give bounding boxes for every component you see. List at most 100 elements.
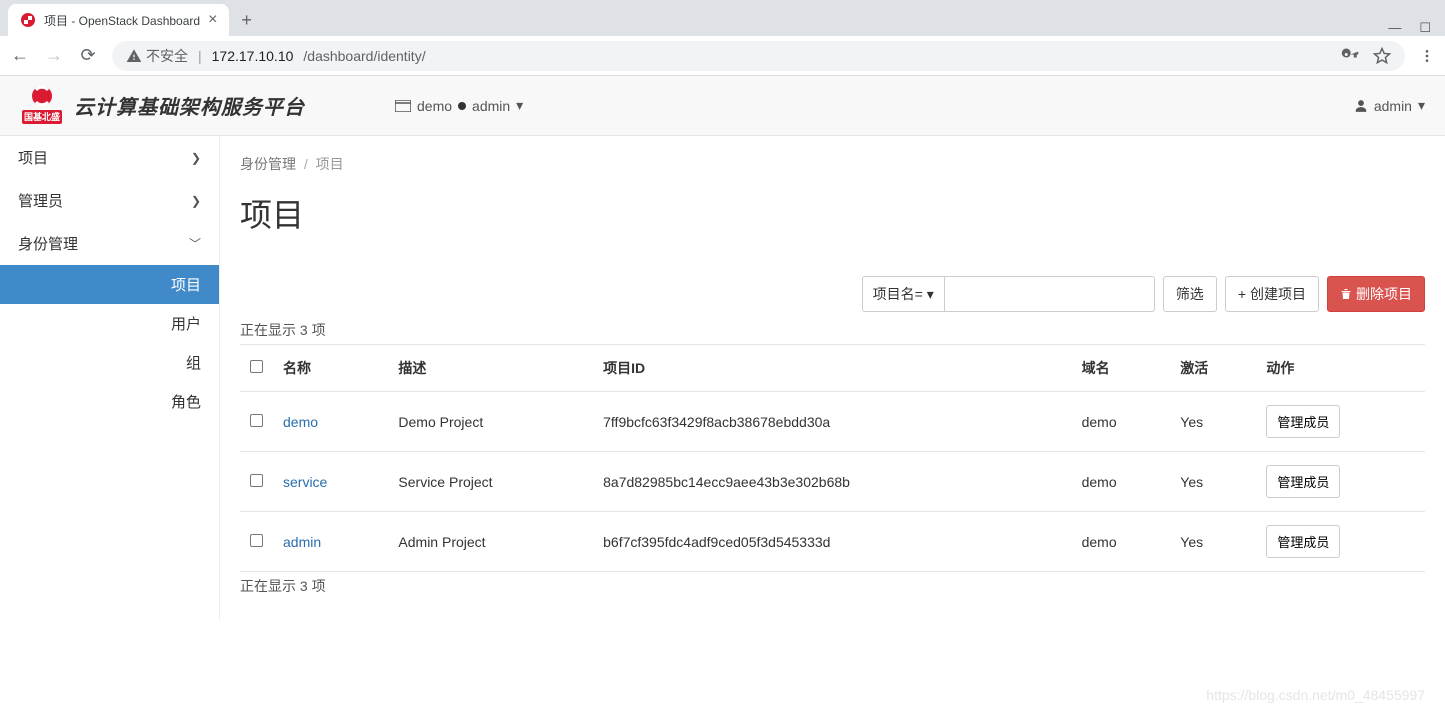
project-domain: demo (1072, 392, 1171, 452)
table-actions: 项目名= ▾ 筛选 + 创建项目 删除项目 (240, 276, 1425, 312)
filter-button[interactable]: 筛选 (1163, 276, 1217, 312)
tab-close-icon[interactable]: × (208, 11, 217, 29)
url-bar[interactable]: 不安全 | 172.17.10.10/dashboard/identity/ (112, 41, 1405, 71)
col-actions: 动作 (1256, 345, 1425, 392)
sidebar-sub-label: 项目 (171, 277, 201, 294)
sidebar: 项目 ❯ 管理员 ❯ 身份管理 ﹀ 项目 用户 组 角色 (0, 136, 220, 620)
context-user: admin (472, 98, 510, 114)
main-content: 身份管理 / 项目 项目 项目名= ▾ 筛选 + 创建项目 删除项目 (220, 136, 1445, 620)
app-header: 国基北盛 云计算基础架构服务平台 demo admin ▾ admin ▾ (0, 76, 1445, 136)
project-name-link[interactable]: admin (283, 534, 321, 550)
watermark: https://blog.csdn.net/m0_48455997 (1206, 687, 1425, 703)
browser-menu-icon[interactable] (1419, 48, 1435, 64)
sidebar-sub-roles[interactable]: 角色 (0, 382, 219, 421)
browser-tab[interactable]: 项目 - OpenStack Dashboard × (8, 4, 229, 36)
filter-field-select[interactable]: 项目名= ▾ (862, 276, 945, 312)
breadcrumb-part[interactable]: 身份管理 (240, 156, 296, 172)
manage-members-button[interactable]: 管理成员 (1266, 525, 1340, 558)
project-name-link[interactable]: demo (283, 414, 318, 430)
sidebar-sub-groups[interactable]: 组 (0, 343, 219, 382)
url-host: 172.17.10.10 (212, 48, 294, 64)
col-domain[interactable]: 域名 (1072, 345, 1171, 392)
table-header-row: 名称 描述 项目ID 域名 激活 动作 (240, 345, 1425, 392)
breadcrumb: 身份管理 / 项目 (240, 136, 1425, 184)
filter-select-label: 项目名= (873, 284, 923, 304)
browser-back-icon[interactable]: ← (10, 45, 30, 66)
col-id[interactable]: 项目ID (593, 345, 1071, 392)
warning-icon (126, 48, 142, 64)
insecure-label: 不安全 (146, 46, 188, 66)
sidebar-item-identity[interactable]: 身份管理 ﹀ (0, 222, 219, 265)
plus-icon: + (1238, 286, 1246, 302)
page-title: 项目 (240, 190, 1425, 236)
brand-logo-icon: 国基北盛 (20, 84, 64, 128)
key-icon[interactable] (1341, 47, 1359, 65)
project-desc: Admin Project (388, 512, 593, 572)
project-desc: Service Project (388, 452, 593, 512)
context-project: demo (417, 98, 452, 114)
sidebar-sub-projects[interactable]: 项目 (0, 265, 219, 304)
caret-down-icon: ▾ (927, 286, 934, 303)
user-icon (1354, 99, 1368, 113)
browser-reload-icon[interactable]: ⟳ (78, 45, 98, 66)
new-tab-button[interactable]: + (229, 4, 264, 36)
caret-down-icon: ▾ (516, 97, 523, 114)
row-count-top: 正在显示 3 项 (240, 320, 1425, 340)
brand-text: 云计算基础架构服务平台 (74, 91, 305, 120)
table-row: service Service Project8a7d82985bc14ecc9a… (240, 452, 1425, 512)
project-enabled: Yes (1170, 512, 1256, 572)
manage-members-button[interactable]: 管理成员 (1266, 465, 1340, 498)
sidebar-sub-label: 用户 (171, 316, 201, 333)
row-checkbox[interactable] (250, 474, 263, 487)
window-maximize-icon[interactable]: ☐ (1419, 20, 1431, 36)
row-checkbox[interactable] (250, 534, 263, 547)
col-enabled[interactable]: 激活 (1170, 345, 1256, 392)
insecure-warning[interactable]: 不安全 (126, 46, 188, 66)
sidebar-sub-label: 角色 (171, 394, 201, 411)
project-icon (395, 100, 411, 112)
col-name[interactable]: 名称 (273, 345, 388, 392)
chevron-right-icon: ❯ (191, 194, 201, 208)
tab-favicon-icon (20, 12, 36, 28)
window-minimize-icon[interactable]: — (1388, 20, 1401, 36)
window-controls: — ☐ (1388, 20, 1445, 36)
breadcrumb-current: 项目 (316, 156, 344, 172)
browser-toolbar: ← → ⟳ 不安全 | 172.17.10.10/dashboard/ident… (0, 36, 1445, 76)
manage-members-button[interactable]: 管理成员 (1266, 405, 1340, 438)
project-domain: demo (1072, 452, 1171, 512)
user-menu[interactable]: admin ▾ (1354, 97, 1425, 114)
sidebar-sub-users[interactable]: 用户 (0, 304, 219, 343)
project-id: 7ff9bcfc63f3429f8acb38678ebdd30a (593, 392, 1071, 452)
chevron-right-icon: ❯ (191, 151, 201, 165)
sidebar-item-label: 身份管理 (18, 233, 78, 254)
filter-input[interactable] (945, 276, 1155, 312)
sidebar-item-admin[interactable]: 管理员 ❯ (0, 179, 219, 222)
col-desc[interactable]: 描述 (388, 345, 593, 392)
project-desc: Demo Project (388, 392, 593, 452)
project-id: 8a7d82985bc14ecc9aee43b3e302b68b (593, 452, 1071, 512)
sidebar-sub-label: 组 (186, 355, 201, 372)
url-path: /dashboard/identity/ (303, 48, 425, 64)
delete-project-button[interactable]: 删除项目 (1327, 276, 1425, 312)
trash-icon (1340, 287, 1352, 301)
table-row: demo Demo Project7ff9bcfc63f3429f8acb3867… (240, 392, 1425, 452)
sidebar-item-label: 项目 (18, 147, 48, 168)
context-switcher[interactable]: demo admin ▾ (395, 97, 523, 114)
chevron-down-icon: ﹀ (189, 235, 201, 252)
url-separator: | (198, 48, 202, 64)
project-enabled: Yes (1170, 392, 1256, 452)
create-project-button[interactable]: + 创建项目 (1225, 276, 1319, 312)
select-all-checkbox[interactable] (250, 360, 263, 373)
brand[interactable]: 国基北盛 云计算基础架构服务平台 (20, 84, 305, 128)
row-checkbox[interactable] (250, 414, 263, 427)
row-count-bottom: 正在显示 3 项 (240, 576, 1425, 596)
project-name-link[interactable]: service (283, 474, 327, 490)
star-icon[interactable] (1373, 47, 1391, 65)
projects-table: 名称 描述 项目ID 域名 激活 动作 demo Demo Project7ff9… (240, 344, 1425, 572)
caret-down-icon: ▾ (1418, 97, 1425, 114)
svg-text:国基北盛: 国基北盛 (24, 111, 60, 122)
browser-tab-strip: 项目 - OpenStack Dashboard × + — ☐ (0, 0, 1445, 36)
context-dot-icon (458, 102, 466, 110)
project-id: b6f7cf395fdc4adf9ced05f3d545333d (593, 512, 1071, 572)
sidebar-item-project[interactable]: 项目 ❯ (0, 136, 219, 179)
